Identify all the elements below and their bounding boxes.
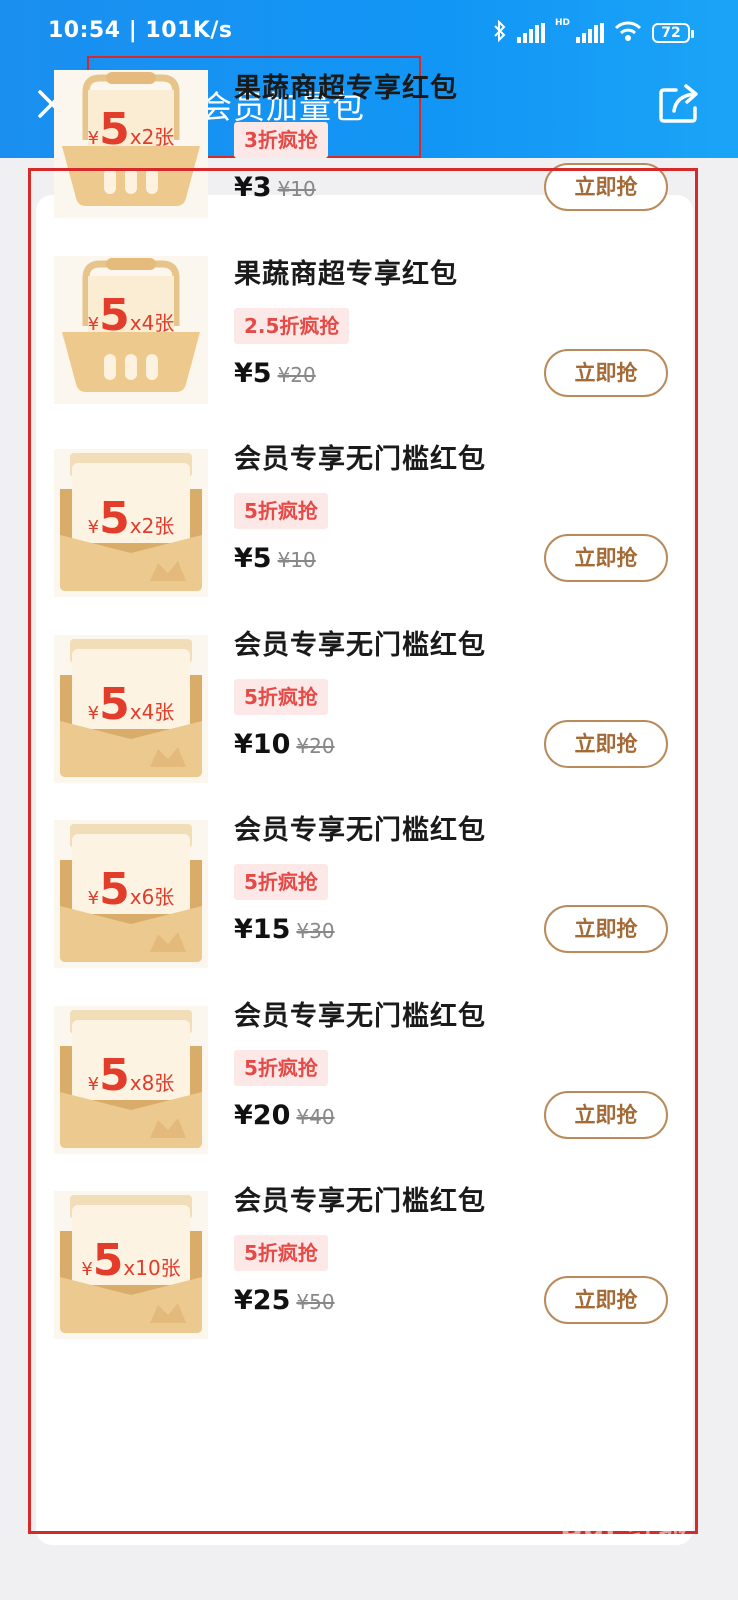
discount-badge: 3折疯抢 [234,122,328,158]
coupon-count: x2张 [129,125,175,149]
product-item[interactable]: ¥5x2张 果蔬商超专享红包 3折疯抢 ¥3 ¥10 立即抢 [36,0,693,218]
watermark: Bai 经验 [560,1510,690,1545]
content-highlight [28,168,698,1534]
product-name: 果蔬商超专享红包 [234,73,458,104]
coupon-label: ¥5x2张 [54,104,208,155]
coupon-currency: ¥ [87,128,100,149]
coupon-amount: 5 [99,104,130,155]
